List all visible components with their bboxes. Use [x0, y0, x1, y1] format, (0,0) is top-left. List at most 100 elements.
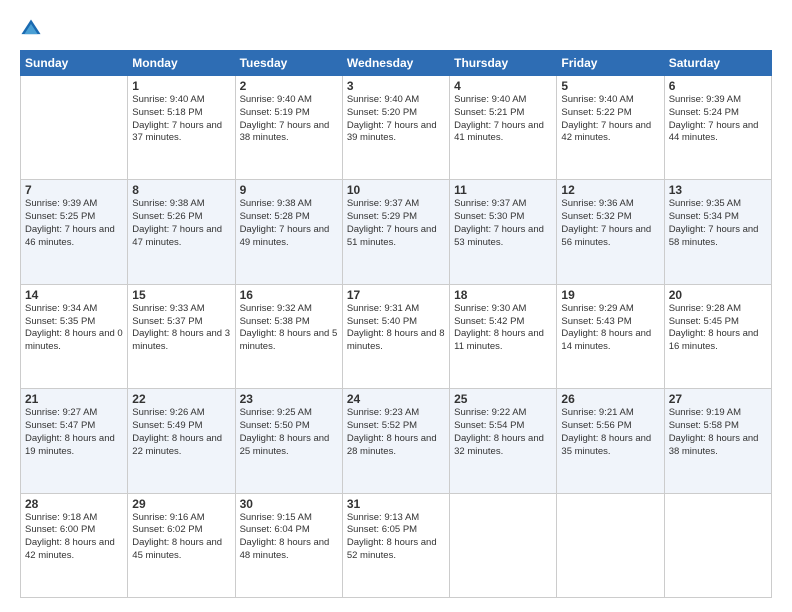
cell-info: Sunrise: 9:34 AMSunset: 5:35 PMDaylight:…	[25, 303, 123, 354]
day-number: 10	[347, 183, 445, 197]
cell-info: Sunrise: 9:40 AMSunset: 5:22 PMDaylight:…	[561, 94, 659, 145]
cell-info: Sunrise: 9:16 AMSunset: 6:02 PMDaylight:…	[132, 512, 230, 563]
cell-info: Sunrise: 9:27 AMSunset: 5:47 PMDaylight:…	[25, 407, 123, 458]
calendar-week-row: 1Sunrise: 9:40 AMSunset: 5:18 PMDaylight…	[21, 76, 772, 180]
day-number: 26	[561, 392, 659, 406]
day-number: 29	[132, 497, 230, 511]
calendar-cell: 16Sunrise: 9:32 AMSunset: 5:38 PMDayligh…	[235, 284, 342, 388]
day-number: 20	[669, 288, 767, 302]
calendar-cell: 25Sunrise: 9:22 AMSunset: 5:54 PMDayligh…	[450, 389, 557, 493]
day-number: 1	[132, 79, 230, 93]
cell-info: Sunrise: 9:40 AMSunset: 5:19 PMDaylight:…	[240, 94, 338, 145]
calendar-header-row: SundayMondayTuesdayWednesdayThursdayFrid…	[21, 51, 772, 76]
calendar-cell	[557, 493, 664, 597]
calendar-cell: 29Sunrise: 9:16 AMSunset: 6:02 PMDayligh…	[128, 493, 235, 597]
calendar-cell: 10Sunrise: 9:37 AMSunset: 5:29 PMDayligh…	[342, 180, 449, 284]
cell-info: Sunrise: 9:40 AMSunset: 5:18 PMDaylight:…	[132, 94, 230, 145]
day-number: 6	[669, 79, 767, 93]
day-header-sunday: Sunday	[21, 51, 128, 76]
calendar-week-row: 7Sunrise: 9:39 AMSunset: 5:25 PMDaylight…	[21, 180, 772, 284]
day-number: 2	[240, 79, 338, 93]
day-number: 8	[132, 183, 230, 197]
calendar-cell: 23Sunrise: 9:25 AMSunset: 5:50 PMDayligh…	[235, 389, 342, 493]
calendar-cell: 27Sunrise: 9:19 AMSunset: 5:58 PMDayligh…	[664, 389, 771, 493]
calendar-cell: 17Sunrise: 9:31 AMSunset: 5:40 PMDayligh…	[342, 284, 449, 388]
calendar-cell: 1Sunrise: 9:40 AMSunset: 5:18 PMDaylight…	[128, 76, 235, 180]
day-number: 9	[240, 183, 338, 197]
calendar-cell: 18Sunrise: 9:30 AMSunset: 5:42 PMDayligh…	[450, 284, 557, 388]
page: SundayMondayTuesdayWednesdayThursdayFrid…	[0, 0, 792, 612]
calendar-week-row: 14Sunrise: 9:34 AMSunset: 5:35 PMDayligh…	[21, 284, 772, 388]
day-header-wednesday: Wednesday	[342, 51, 449, 76]
day-number: 15	[132, 288, 230, 302]
cell-info: Sunrise: 9:32 AMSunset: 5:38 PMDaylight:…	[240, 303, 338, 354]
calendar-cell: 12Sunrise: 9:36 AMSunset: 5:32 PMDayligh…	[557, 180, 664, 284]
cell-info: Sunrise: 9:18 AMSunset: 6:00 PMDaylight:…	[25, 512, 123, 563]
day-number: 28	[25, 497, 123, 511]
cell-info: Sunrise: 9:37 AMSunset: 5:29 PMDaylight:…	[347, 198, 445, 249]
calendar-cell: 5Sunrise: 9:40 AMSunset: 5:22 PMDaylight…	[557, 76, 664, 180]
cell-info: Sunrise: 9:26 AMSunset: 5:49 PMDaylight:…	[132, 407, 230, 458]
day-number: 18	[454, 288, 552, 302]
calendar-cell	[450, 493, 557, 597]
calendar-cell: 22Sunrise: 9:26 AMSunset: 5:49 PMDayligh…	[128, 389, 235, 493]
day-number: 30	[240, 497, 338, 511]
cell-info: Sunrise: 9:28 AMSunset: 5:45 PMDaylight:…	[669, 303, 767, 354]
calendar-cell: 8Sunrise: 9:38 AMSunset: 5:26 PMDaylight…	[128, 180, 235, 284]
day-number: 3	[347, 79, 445, 93]
calendar-cell: 19Sunrise: 9:29 AMSunset: 5:43 PMDayligh…	[557, 284, 664, 388]
day-number: 5	[561, 79, 659, 93]
day-number: 11	[454, 183, 552, 197]
calendar-cell: 20Sunrise: 9:28 AMSunset: 5:45 PMDayligh…	[664, 284, 771, 388]
day-number: 27	[669, 392, 767, 406]
day-number: 23	[240, 392, 338, 406]
calendar-cell: 13Sunrise: 9:35 AMSunset: 5:34 PMDayligh…	[664, 180, 771, 284]
calendar-cell: 7Sunrise: 9:39 AMSunset: 5:25 PMDaylight…	[21, 180, 128, 284]
cell-info: Sunrise: 9:15 AMSunset: 6:04 PMDaylight:…	[240, 512, 338, 563]
day-number: 17	[347, 288, 445, 302]
cell-info: Sunrise: 9:29 AMSunset: 5:43 PMDaylight:…	[561, 303, 659, 354]
calendar-cell: 15Sunrise: 9:33 AMSunset: 5:37 PMDayligh…	[128, 284, 235, 388]
cell-info: Sunrise: 9:38 AMSunset: 5:28 PMDaylight:…	[240, 198, 338, 249]
cell-info: Sunrise: 9:37 AMSunset: 5:30 PMDaylight:…	[454, 198, 552, 249]
cell-info: Sunrise: 9:23 AMSunset: 5:52 PMDaylight:…	[347, 407, 445, 458]
calendar-cell: 6Sunrise: 9:39 AMSunset: 5:24 PMDaylight…	[664, 76, 771, 180]
day-header-friday: Friday	[557, 51, 664, 76]
cell-info: Sunrise: 9:40 AMSunset: 5:20 PMDaylight:…	[347, 94, 445, 145]
calendar: SundayMondayTuesdayWednesdayThursdayFrid…	[20, 50, 772, 598]
day-header-tuesday: Tuesday	[235, 51, 342, 76]
day-number: 16	[240, 288, 338, 302]
day-header-monday: Monday	[128, 51, 235, 76]
cell-info: Sunrise: 9:19 AMSunset: 5:58 PMDaylight:…	[669, 407, 767, 458]
logo	[20, 18, 44, 40]
day-number: 14	[25, 288, 123, 302]
calendar-cell: 21Sunrise: 9:27 AMSunset: 5:47 PMDayligh…	[21, 389, 128, 493]
calendar-cell: 9Sunrise: 9:38 AMSunset: 5:28 PMDaylight…	[235, 180, 342, 284]
calendar-cell: 24Sunrise: 9:23 AMSunset: 5:52 PMDayligh…	[342, 389, 449, 493]
calendar-cell: 28Sunrise: 9:18 AMSunset: 6:00 PMDayligh…	[21, 493, 128, 597]
day-number: 21	[25, 392, 123, 406]
day-number: 25	[454, 392, 552, 406]
day-number: 4	[454, 79, 552, 93]
cell-info: Sunrise: 9:38 AMSunset: 5:26 PMDaylight:…	[132, 198, 230, 249]
calendar-week-row: 21Sunrise: 9:27 AMSunset: 5:47 PMDayligh…	[21, 389, 772, 493]
cell-info: Sunrise: 9:33 AMSunset: 5:37 PMDaylight:…	[132, 303, 230, 354]
cell-info: Sunrise: 9:36 AMSunset: 5:32 PMDaylight:…	[561, 198, 659, 249]
day-number: 22	[132, 392, 230, 406]
day-number: 31	[347, 497, 445, 511]
cell-info: Sunrise: 9:13 AMSunset: 6:05 PMDaylight:…	[347, 512, 445, 563]
logo-icon	[20, 18, 42, 40]
calendar-week-row: 28Sunrise: 9:18 AMSunset: 6:00 PMDayligh…	[21, 493, 772, 597]
calendar-cell	[664, 493, 771, 597]
cell-info: Sunrise: 9:22 AMSunset: 5:54 PMDaylight:…	[454, 407, 552, 458]
calendar-cell	[21, 76, 128, 180]
calendar-cell: 2Sunrise: 9:40 AMSunset: 5:19 PMDaylight…	[235, 76, 342, 180]
day-header-thursday: Thursday	[450, 51, 557, 76]
day-number: 13	[669, 183, 767, 197]
day-number: 19	[561, 288, 659, 302]
calendar-cell: 11Sunrise: 9:37 AMSunset: 5:30 PMDayligh…	[450, 180, 557, 284]
calendar-cell: 4Sunrise: 9:40 AMSunset: 5:21 PMDaylight…	[450, 76, 557, 180]
header	[20, 18, 772, 40]
day-header-saturday: Saturday	[664, 51, 771, 76]
calendar-cell: 3Sunrise: 9:40 AMSunset: 5:20 PMDaylight…	[342, 76, 449, 180]
